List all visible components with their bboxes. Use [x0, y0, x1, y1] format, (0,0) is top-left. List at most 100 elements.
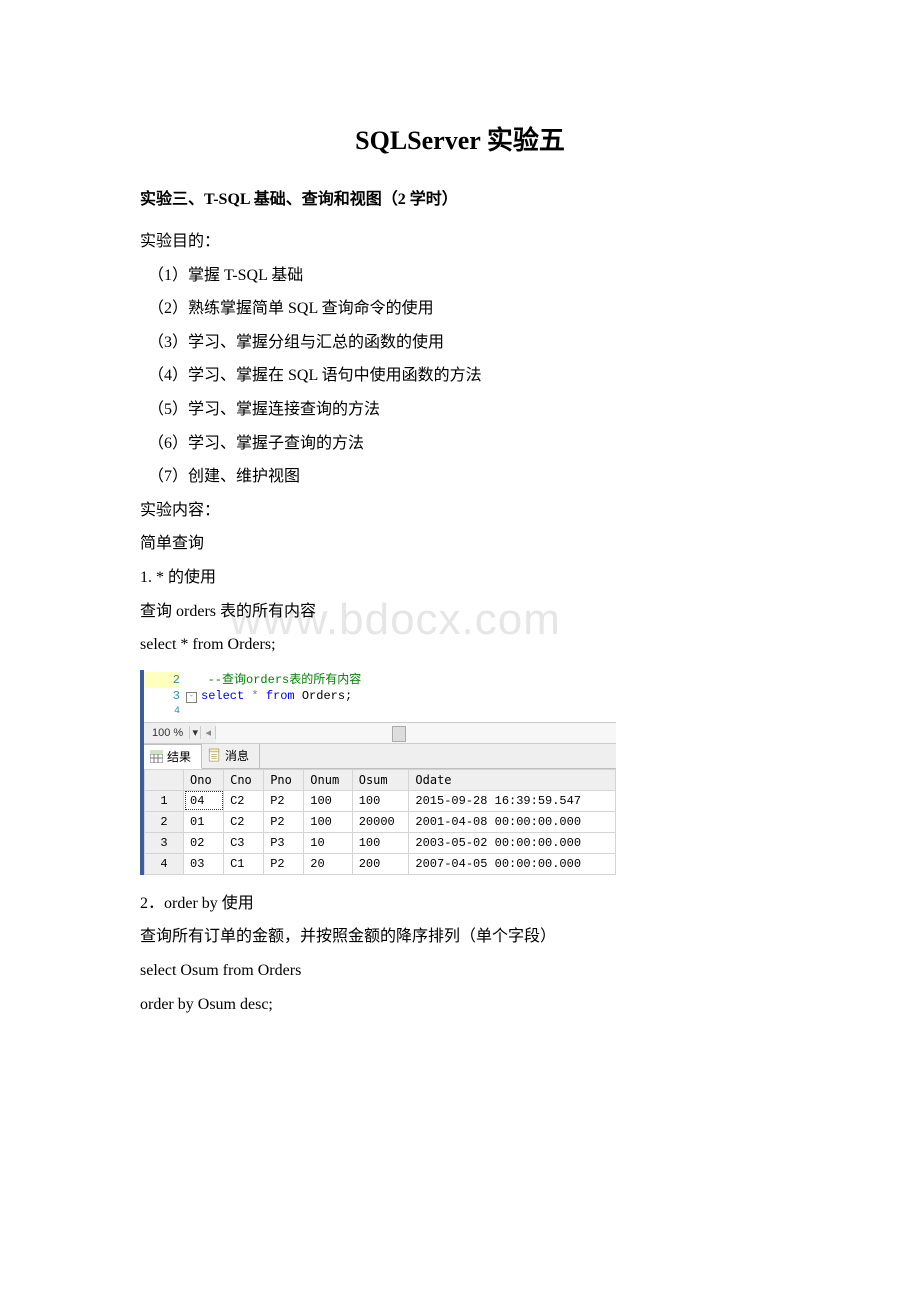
- table-row[interactable]: 2 01 C2 P2 100 20000 2001-04-08 00:00:00…: [145, 811, 616, 832]
- cell-ono[interactable]: 01: [184, 811, 224, 832]
- cell-cno[interactable]: C3: [224, 832, 264, 853]
- q2-title: 2．order by 使用: [140, 887, 780, 921]
- cell-odate[interactable]: 2007-04-05 00:00:00.000: [409, 853, 616, 874]
- cell-odate[interactable]: 2001-04-08 00:00:00.000: [409, 811, 616, 832]
- cell-odate[interactable]: 2015-09-28 16:39:59.547: [409, 790, 616, 811]
- collapse-icon[interactable]: -: [186, 692, 197, 703]
- q2-a: 2．: [140, 895, 164, 912]
- horizontal-scrollbar[interactable]: [216, 723, 616, 743]
- col-ono[interactable]: Ono: [184, 769, 224, 790]
- purpose-heading: 实验目的：: [140, 225, 780, 259]
- zoom-dropdown-icon[interactable]: ▾: [189, 726, 201, 739]
- row-number[interactable]: 3: [145, 832, 184, 853]
- cell-osum[interactable]: 20000: [352, 811, 409, 832]
- results-grid-icon: [150, 750, 163, 763]
- objective-5: （5）学习、掌握连接查询的方法: [140, 393, 780, 427]
- cell-pno[interactable]: P2: [264, 853, 304, 874]
- row-number[interactable]: 2: [145, 811, 184, 832]
- table-row[interactable]: 1 04 C2 P2 100 100 2015-09-28 16:39:59.5…: [145, 790, 616, 811]
- code-lines[interactable]: --查询orders表的所有内容 -select * from Orders;: [186, 670, 361, 722]
- ssms-editor: 2 3 4 --查询orders表的所有内容 -select * from Or…: [144, 670, 616, 722]
- obj2-b: SQL: [288, 300, 322, 317]
- tab-results-label: 结果: [167, 748, 191, 765]
- code-comment: --查询orders表的所有内容: [208, 673, 362, 687]
- page-title: SQLServer 实验五: [140, 120, 780, 157]
- cell-onum[interactable]: 20: [304, 853, 352, 874]
- row-number[interactable]: 4: [145, 853, 184, 874]
- tab-messages[interactable]: 消息: [202, 744, 260, 768]
- q1-desc-c: 表的所有内容: [220, 603, 316, 620]
- results-grid[interactable]: Ono Cno Pno Onum Osum Odate 1 04 C2 P2 1: [144, 769, 616, 875]
- cell-pno[interactable]: P2: [264, 811, 304, 832]
- objective-1: （1）掌握 T-SQL 基础: [140, 259, 780, 293]
- objective-3: （3）学习、掌握分组与汇总的函数的使用: [140, 326, 780, 360]
- scrollbar-thumb[interactable]: [392, 726, 406, 742]
- cell-ono[interactable]: 04: [184, 790, 224, 811]
- objective-2: （2）熟练掌握简单 SQL 查询命令的使用: [140, 292, 780, 326]
- cell-osum[interactable]: 100: [352, 832, 409, 853]
- subtitle-suffix: 学时）: [410, 191, 458, 208]
- obj4-a: （4）学习、掌握在: [148, 367, 288, 384]
- sql-tail: Orders;: [295, 689, 353, 703]
- cell-osum[interactable]: 100: [352, 790, 409, 811]
- obj2-a: （2）熟练掌握简单: [148, 300, 288, 317]
- q2-sql-1: select Osum from Orders: [140, 954, 780, 988]
- title-cn: 实验五: [487, 126, 565, 155]
- obj4-b: SQL: [288, 367, 322, 384]
- gutter-line-3: 3: [144, 688, 180, 704]
- subtitle-en: T-SQL: [204, 191, 254, 208]
- obj1-c: 基础: [271, 267, 303, 284]
- zoom-bar: 100 % ▾ ◂: [144, 722, 616, 744]
- row-number[interactable]: 1: [145, 790, 184, 811]
- col-odate[interactable]: Odate: [409, 769, 616, 790]
- cell-pno[interactable]: P2: [264, 790, 304, 811]
- obj2-c: 查询命令的使用: [322, 300, 434, 317]
- cell-ono[interactable]: 02: [184, 832, 224, 853]
- cell-onum[interactable]: 10: [304, 832, 352, 853]
- obj1-b: T-SQL: [224, 267, 271, 284]
- code-line-3: -select * from Orders;: [186, 688, 361, 704]
- code-line-2: --查询orders表的所有内容: [186, 672, 361, 688]
- cell-onum[interactable]: 100: [304, 790, 352, 811]
- objective-6: （6）学习、掌握子查询的方法: [140, 427, 780, 461]
- cell-osum[interactable]: 200: [352, 853, 409, 874]
- kw-from: from: [266, 689, 295, 703]
- col-cno[interactable]: Cno: [224, 769, 264, 790]
- tab-results[interactable]: 结果: [144, 744, 202, 769]
- q1-desc-b: orders: [176, 603, 220, 620]
- cell-cno[interactable]: C1: [224, 853, 264, 874]
- q2-sql-2: order by Osum desc;: [140, 988, 780, 1022]
- q1-b: 的使用: [168, 569, 216, 586]
- col-pno[interactable]: Pno: [264, 769, 304, 790]
- subtitle: 实验三、T-SQL 基础、查询和视图（2 学时）: [140, 185, 780, 209]
- scroll-left-icon[interactable]: ◂: [201, 726, 216, 739]
- obj1-a: （1）掌握: [148, 267, 224, 284]
- obj4-c: 语句中使用函数的方法: [322, 367, 482, 384]
- line-gutter: 2 3 4: [144, 670, 186, 722]
- code-line-4: [186, 704, 361, 720]
- q1-desc: 查询 orders 表的所有内容: [140, 595, 780, 629]
- kw-select: select: [201, 689, 244, 703]
- cell-pno[interactable]: P3: [264, 832, 304, 853]
- q2-desc: 查询所有订单的金额，并按照金额的降序排列（单个字段）: [140, 920, 780, 954]
- zoom-value: 100 %: [144, 727, 189, 739]
- cell-odate[interactable]: 2003-05-02 00:00:00.000: [409, 832, 616, 853]
- cell-ono[interactable]: 03: [184, 853, 224, 874]
- header-corner[interactable]: [145, 769, 184, 790]
- messages-icon: [208, 748, 221, 763]
- col-onum[interactable]: Onum: [304, 769, 352, 790]
- tab-messages-label: 消息: [225, 747, 249, 764]
- objective-4: （4）学习、掌握在 SQL 语句中使用函数的方法: [140, 359, 780, 393]
- table-row[interactable]: 4 03 C1 P2 20 200 2007-04-05 00:00:00.00…: [145, 853, 616, 874]
- q1-a: 1. *: [140, 569, 168, 586]
- cell-cno[interactable]: C2: [224, 811, 264, 832]
- objective-7: （7）创建、维护视图: [140, 460, 780, 494]
- col-osum[interactable]: Osum: [352, 769, 409, 790]
- gutter-line-4: 4: [144, 704, 180, 720]
- cell-cno[interactable]: C2: [224, 790, 264, 811]
- cell-onum[interactable]: 100: [304, 811, 352, 832]
- table-row[interactable]: 3 02 C3 P3 10 100 2003-05-02 00:00:00.00…: [145, 832, 616, 853]
- gutter-line-2: 2: [144, 672, 180, 688]
- q2-b: order by: [164, 895, 222, 912]
- result-tabs: 结果 消息: [144, 744, 616, 769]
